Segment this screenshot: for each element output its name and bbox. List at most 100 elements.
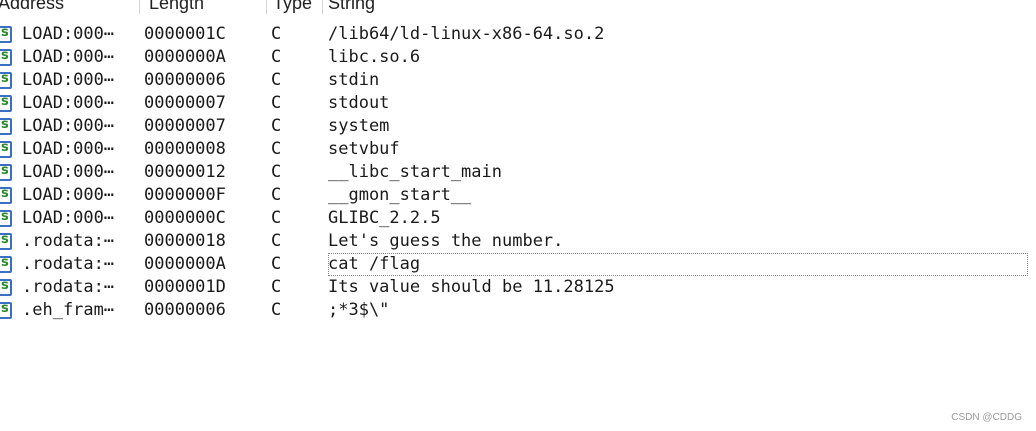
length-cell: 00000007 bbox=[144, 116, 226, 136]
string-cell: libc.so.6 bbox=[328, 47, 421, 67]
length-cell: 00000018 bbox=[144, 231, 226, 251]
length-cell: 0000000F bbox=[144, 185, 226, 205]
column-header-address[interactable]: Address bbox=[0, 0, 135, 14]
address-cell: .rodata:⋯ bbox=[22, 254, 115, 274]
string-icon-glyph: s bbox=[1, 301, 9, 316]
string-icon-glyph: s bbox=[1, 255, 9, 270]
length-cell: 0000000A bbox=[144, 47, 226, 67]
string-cell: ;*3$\" bbox=[328, 300, 390, 320]
type-cell: C bbox=[271, 139, 282, 159]
length-cell: 00000006 bbox=[144, 70, 226, 90]
string-cell: __gmon_start__ bbox=[328, 185, 472, 205]
column-header-type[interactable]: Type bbox=[273, 0, 321, 14]
column-header: Address Length Type String bbox=[0, 0, 1036, 14]
address-cell: .rodata:⋯ bbox=[22, 231, 115, 251]
column-divider[interactable] bbox=[139, 0, 140, 14]
string-icon: s bbox=[0, 48, 12, 66]
string-cell: GLIBC_2.2.5 bbox=[328, 208, 441, 228]
address-cell: .eh_fram⋯ bbox=[22, 300, 115, 320]
type-cell: C bbox=[271, 208, 282, 228]
column-divider[interactable] bbox=[322, 0, 323, 14]
string-icon: s bbox=[0, 25, 12, 43]
type-cell: C bbox=[271, 277, 282, 297]
string-cell: stdout bbox=[328, 93, 390, 113]
type-cell: C bbox=[271, 70, 282, 90]
column-divider[interactable] bbox=[266, 0, 267, 14]
string-cell: Its value should be 11.28125 bbox=[328, 277, 615, 297]
string-icon-glyph: s bbox=[1, 140, 9, 155]
type-cell: C bbox=[271, 47, 282, 67]
table-row[interactable]: s LOAD:000⋯ 0000001C C/lib64/ld-linux-x86-6… bbox=[0, 23, 1036, 46]
length-cell: 00000007 bbox=[144, 93, 226, 113]
string-icon-glyph: s bbox=[1, 278, 9, 293]
table-row[interactable]: s LOAD:000⋯ 00000012 C __libc_start_main bbox=[0, 161, 1036, 184]
length-cell: 0000000A bbox=[144, 254, 226, 274]
string-icon: s bbox=[0, 232, 12, 250]
string-icon: s bbox=[0, 255, 12, 273]
table-row[interactable]: s LOAD:000⋯ 00000008 Csetvbuf bbox=[0, 138, 1036, 161]
length-cell: 0000001C bbox=[144, 24, 226, 44]
string-icon-glyph: s bbox=[1, 117, 9, 132]
table-row[interactable]: s .rodata:⋯ 0000000A Ccat /flag bbox=[0, 253, 1036, 276]
table-row[interactable]: s LOAD:000⋯ 0000000C C GLIBC_2.2.5 bbox=[0, 207, 1036, 230]
table-row[interactable]: s LOAD:000⋯ 0000000F C __gmon_start__ bbox=[0, 184, 1036, 207]
type-cell: C bbox=[271, 254, 282, 274]
table-row[interactable]: s .eh_fram⋯ 00000006 C ;*3$\" bbox=[0, 299, 1036, 322]
string-icon-glyph: s bbox=[1, 163, 9, 178]
type-cell: C bbox=[271, 93, 282, 113]
type-cell: C bbox=[271, 24, 282, 44]
type-cell: C bbox=[271, 116, 282, 136]
string-cell: setvbuf bbox=[328, 139, 400, 159]
length-cell: 00000006 bbox=[144, 300, 226, 320]
string-icon: s bbox=[0, 71, 12, 89]
type-cell: C bbox=[271, 300, 282, 320]
string-icon: s bbox=[0, 163, 12, 181]
string-icon: s bbox=[0, 117, 12, 135]
table-row[interactable]: s LOAD:000⋯ 0000000A Clibc.so.6 bbox=[0, 46, 1036, 69]
string-icon-glyph: s bbox=[1, 232, 9, 247]
string-icon: s bbox=[0, 278, 12, 296]
string-cell: __libc_start_main bbox=[328, 162, 502, 182]
string-cell: stdin bbox=[328, 70, 380, 90]
string-icon-glyph: s bbox=[1, 94, 9, 109]
table-row[interactable]: s LOAD:000⋯ 00000006 Cstdin bbox=[0, 69, 1036, 92]
string-icon-glyph: s bbox=[1, 209, 9, 224]
table-row[interactable]: s .rodata:⋯ 0000001D C Its value should be 1… bbox=[0, 276, 1036, 299]
string-cell: cat /flag bbox=[328, 253, 1028, 276]
string-cell: Let's guess the number. bbox=[328, 231, 564, 251]
string-icon: s bbox=[0, 94, 12, 112]
length-cell: 00000008 bbox=[144, 139, 226, 159]
string-icon-glyph: s bbox=[1, 71, 9, 86]
table-row[interactable]: s .rodata:⋯ 00000018 C Let's guess the numbe… bbox=[0, 230, 1036, 253]
address-cell: LOAD:000⋯ bbox=[22, 116, 115, 136]
table-row[interactable]: s LOAD:000⋯ 00000007 Cstdout bbox=[0, 92, 1036, 115]
column-header-string[interactable]: String bbox=[328, 0, 628, 14]
length-cell: 0000000C bbox=[144, 208, 226, 228]
string-icon: s bbox=[0, 186, 12, 204]
string-icon-glyph: s bbox=[1, 25, 9, 40]
string-icon: s bbox=[0, 301, 12, 319]
type-cell: C bbox=[271, 231, 282, 251]
string-icon: s bbox=[0, 140, 12, 158]
table-row[interactable]: s LOAD:000⋯ 00000007 Csystem bbox=[0, 115, 1036, 138]
address-cell: LOAD:000⋯ bbox=[22, 185, 115, 205]
address-cell: LOAD:000⋯ bbox=[22, 208, 115, 228]
address-cell: LOAD:000⋯ bbox=[22, 47, 115, 67]
address-cell: LOAD:000⋯ bbox=[22, 24, 115, 44]
address-cell: LOAD:000⋯ bbox=[22, 139, 115, 159]
length-cell: 0000001D bbox=[144, 277, 226, 297]
column-header-length[interactable]: Length bbox=[149, 0, 264, 14]
address-cell: LOAD:000⋯ bbox=[22, 162, 115, 182]
string-cell: system bbox=[328, 116, 390, 136]
watermark: CSDN @CDDG bbox=[951, 412, 1022, 423]
length-cell: 00000012 bbox=[144, 162, 226, 182]
address-cell: LOAD:000⋯ bbox=[22, 93, 115, 113]
address-cell: .rodata:⋯ bbox=[22, 277, 115, 297]
string-icon: s bbox=[0, 209, 12, 227]
type-cell: C bbox=[271, 162, 282, 182]
string-icon-glyph: s bbox=[1, 48, 9, 63]
type-cell: C bbox=[271, 185, 282, 205]
string-cell: /lib64/ld-linux-x86-64.so.2 bbox=[328, 24, 605, 44]
address-cell: LOAD:000⋯ bbox=[22, 70, 115, 90]
string-icon-glyph: s bbox=[1, 186, 9, 201]
